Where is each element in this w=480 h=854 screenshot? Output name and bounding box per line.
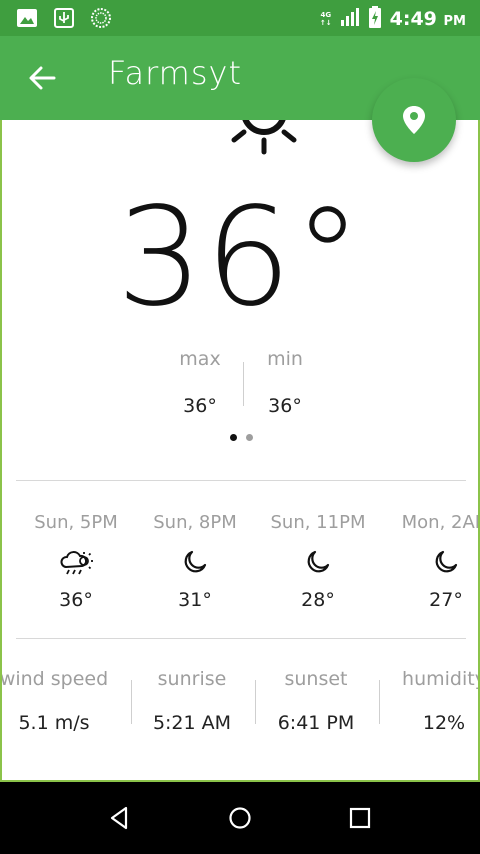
moon-icon (435, 550, 458, 573)
image-icon (16, 8, 38, 32)
back-triangle-icon (110, 806, 128, 830)
cloud-sun-icon (60, 551, 93, 575)
divider-top (16, 480, 466, 481)
detail-value: 5.1 m/s (18, 712, 90, 734)
detail-sunrise: sunrise 5:21 AM (130, 668, 254, 734)
detail-divider (379, 680, 380, 724)
usb-icon (54, 8, 74, 32)
recents-square-icon (349, 807, 371, 829)
min-value: 36° (268, 395, 302, 417)
forecast-item: Sun, 5PM 36° (16, 512, 136, 611)
app-title: Farmsyt (108, 54, 242, 92)
detail-label: sunrise (157, 668, 227, 690)
forecast-time: Mon, 2AM (401, 512, 478, 533)
network-type: 4G ↑↓ (319, 11, 332, 27)
home-circle-icon (229, 807, 251, 829)
min-label: min (267, 348, 303, 370)
max-min-divider (243, 362, 244, 406)
page-dot-1[interactable] (230, 434, 237, 441)
detail-wind-speed: wind speed 5.1 m/s (0, 668, 116, 734)
moon-icon (307, 550, 330, 573)
back-button[interactable] (28, 64, 56, 92)
arrow-back-icon (29, 66, 56, 90)
page-indicator[interactable] (230, 434, 253, 441)
signal-icon (340, 7, 360, 31)
battery-charging-icon (368, 6, 382, 32)
sync-icon (90, 7, 112, 33)
divider-bottom (16, 638, 466, 639)
current-temperature: 36° (116, 179, 364, 337)
max-label: max (179, 348, 221, 370)
detail-label: humidity (402, 668, 480, 690)
forecast-item: Mon, 2AM 27° (386, 512, 478, 611)
detail-label: sunset (284, 668, 348, 690)
max-value: 36° (183, 395, 217, 417)
nav-home-button[interactable] (226, 804, 254, 832)
forecast-temp: 28° (301, 589, 335, 611)
detail-label: wind speed (0, 668, 109, 690)
detail-value: 6:41 PM (277, 712, 355, 734)
forecast-time: Sun, 5PM (34, 512, 118, 533)
status-bar: 4G ↑↓ 4:49 PM (0, 0, 480, 36)
weather-content: 36° max min 36° 36° Sun, 5PM 36° Sun, 8P… (0, 120, 480, 782)
detail-sunset: sunset 6:41 PM (254, 668, 378, 734)
forecast-item: Sun, 11PM 28° (258, 512, 378, 611)
moon-icon (184, 550, 207, 573)
detail-value: 5:21 AM (152, 712, 232, 734)
forecast-temp: 27° (429, 589, 463, 611)
forecast-temp: 36° (59, 589, 93, 611)
forecast-temp: 31° (178, 589, 212, 611)
clock: 4:49 PM (389, 8, 466, 30)
nav-back-button[interactable] (106, 804, 134, 832)
forecast-time: Sun, 8PM (153, 512, 237, 533)
page-dot-2[interactable] (246, 434, 253, 441)
detail-humidity: humidity 12% (382, 668, 480, 734)
system-nav-bar (0, 782, 480, 854)
forecast-item: Sun, 8PM 31° (135, 512, 255, 611)
forecast-time: Sun, 11PM (270, 512, 366, 533)
location-pin-icon (403, 106, 425, 134)
nav-recents-button[interactable] (346, 804, 374, 832)
sun-behind-cloud-icon (231, 120, 297, 155)
location-button[interactable] (372, 78, 456, 162)
detail-value: 12% (422, 712, 466, 734)
